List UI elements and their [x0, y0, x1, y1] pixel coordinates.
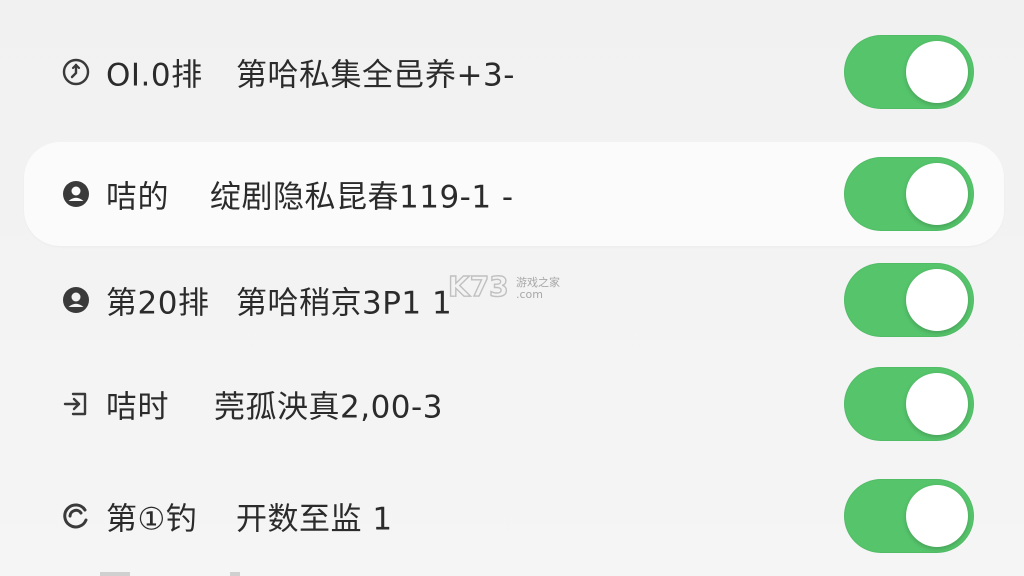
setting-row-value: 第哈稍京3P1 1	[236, 285, 453, 322]
setting-row-value: 开数至监 1	[236, 501, 393, 538]
setting-toggle-2[interactable]	[844, 157, 974, 231]
setting-toggle-4[interactable]	[844, 367, 974, 441]
setting-row-label: 第20排	[106, 285, 210, 322]
setting-row-value: 莞孤泱真2,00-3	[214, 389, 443, 426]
toggle-knob	[906, 163, 968, 225]
setting-row-label: OI.0排	[106, 57, 203, 94]
setting-row-4: 咭时 莞孤泱真2,00-3	[24, 352, 1004, 456]
account-circle-icon	[60, 178, 92, 210]
setting-row-3: 第20排 第哈稍京3P1 1	[24, 248, 1004, 352]
clock-arrow-icon	[60, 56, 92, 88]
partial-row-hint	[100, 572, 240, 576]
setting-row-label: 第①钓	[106, 501, 198, 538]
setting-row-1: OI.0排 第哈私集全邑养+3-	[24, 20, 1004, 124]
settings-toggle-list: OI.0排 第哈私集全邑养+3- 咭的 绽剧隐私昆春119-1 - 第20排 第…	[0, 0, 1024, 576]
setting-toggle-5[interactable]	[844, 479, 974, 553]
setting-toggle-3[interactable]	[844, 263, 974, 337]
account-circle-icon	[60, 284, 92, 316]
toggle-knob	[906, 373, 968, 435]
setting-row-value: 第哈私集全邑养+3-	[236, 57, 515, 94]
refresh-swirl-icon	[60, 500, 92, 532]
toggle-knob	[906, 41, 968, 103]
setting-toggle-1[interactable]	[844, 35, 974, 109]
toggle-knob	[906, 269, 968, 331]
setting-row-5: 第①钓 开数至监 1	[24, 464, 1004, 568]
setting-row-label: 咭的	[106, 179, 169, 216]
toggle-knob	[906, 485, 968, 547]
setting-row-label: 咭时	[106, 389, 169, 426]
login-arrow-icon	[60, 388, 92, 420]
setting-row-value: 绽剧隐私昆春119-1 -	[210, 179, 514, 216]
setting-row-2: 咭的 绽剧隐私昆春119-1 -	[24, 142, 1004, 246]
